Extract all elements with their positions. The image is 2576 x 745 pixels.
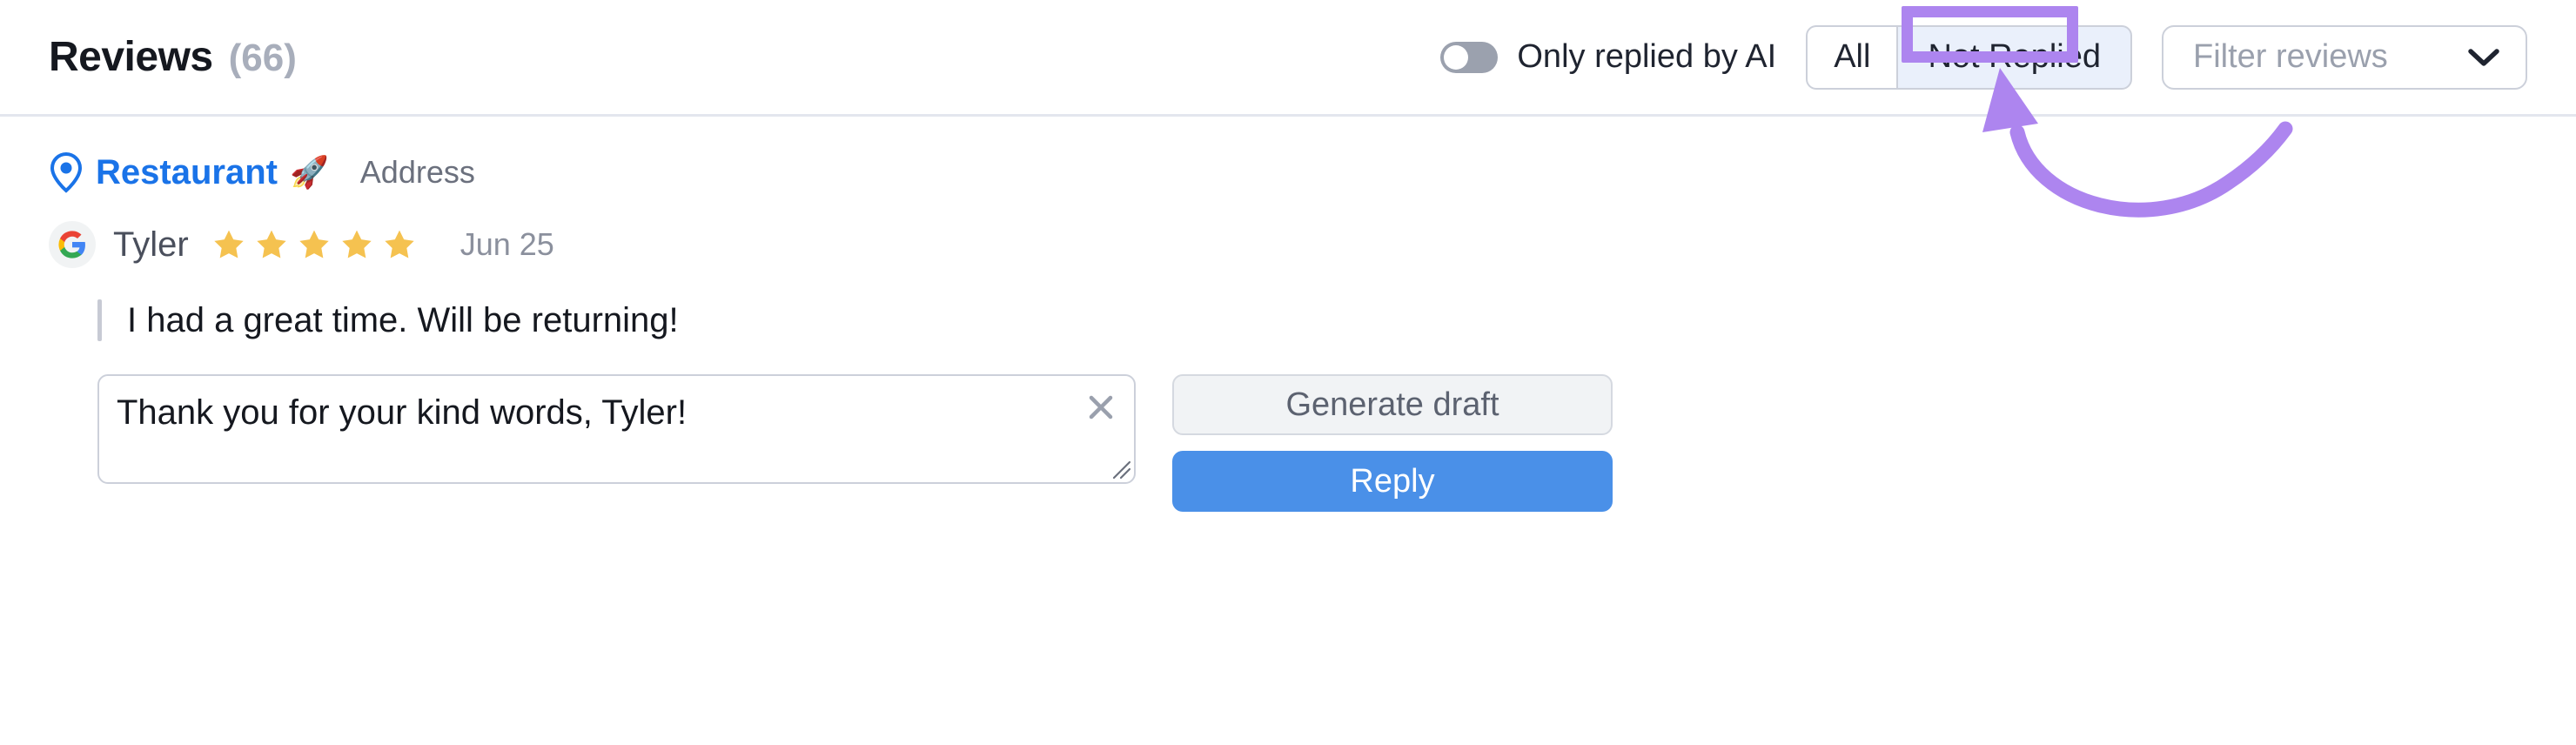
filter-reviews-label: Filter reviews: [2193, 38, 2388, 75]
reply-button[interactable]: Reply: [1172, 451, 1613, 512]
rocket-icon: 🚀: [289, 154, 329, 190]
google-logo-icon: [58, 231, 85, 258]
place-row: Restaurant 🚀 Address: [49, 150, 2527, 195]
author-row: Tyler Jun 25: [49, 219, 2527, 270]
reply-status-segmented-control: All Not Replied: [1806, 24, 2132, 90]
toggle-knob: [1444, 44, 1469, 70]
author-name: Tyler: [113, 225, 189, 264]
star-icon: [385, 230, 414, 258]
review-item: Restaurant 🚀 Address Tyler Jun 25 I had …: [0, 117, 2576, 512]
chevron-down-icon: [2468, 48, 2499, 66]
star-icon: [214, 230, 244, 258]
star-icon: [299, 230, 329, 258]
review-text: I had a great time. Will be returning!: [127, 301, 679, 339]
reply-textarea[interactable]: Thank you for your kind words, Tyler!: [97, 374, 1136, 484]
reviews-count: (66): [228, 37, 297, 79]
close-icon-glyph: [1089, 395, 1113, 419]
only-replied-by-ai-label: Only replied by AI: [1517, 38, 1777, 75]
close-icon[interactable]: [1082, 388, 1120, 426]
segment-not-replied[interactable]: Not Replied: [1896, 24, 2132, 90]
generate-draft-button[interactable]: Generate draft: [1172, 374, 1613, 435]
review-text-row: I had a great time. Will be returning!: [49, 299, 2527, 341]
page-title-text: Reviews: [49, 34, 213, 80]
location-pin-icon: [50, 151, 83, 193]
star-icon: [257, 230, 286, 258]
place-address: Address: [359, 154, 475, 190]
header-controls: Only replied by AI All Not Replied Filte…: [1440, 24, 2527, 90]
ai-filter-toggle-group: Only replied by AI: [1440, 38, 1776, 76]
only-replied-by-ai-toggle[interactable]: [1440, 41, 1499, 73]
reply-actions: Generate draft Reply: [1172, 374, 1613, 512]
page-title: Reviews (66): [49, 33, 297, 81]
rating-stars: [211, 227, 417, 262]
reply-textarea-value: Thank you for your kind words, Tyler!: [117, 393, 688, 432]
resize-handle[interactable]: [1112, 460, 1131, 480]
review-date: Jun 25: [460, 226, 554, 262]
segment-all[interactable]: All: [1806, 24, 1897, 90]
reviews-header: Reviews (66) Only replied by AI All Not …: [0, 0, 2576, 117]
reply-row: Thank you for your kind words, Tyler! Ge…: [49, 374, 2527, 512]
filter-reviews-dropdown[interactable]: Filter reviews: [2162, 24, 2527, 90]
star-icon: [342, 230, 372, 258]
avatar: [49, 221, 96, 268]
place-name-link[interactable]: Restaurant: [96, 153, 278, 192]
